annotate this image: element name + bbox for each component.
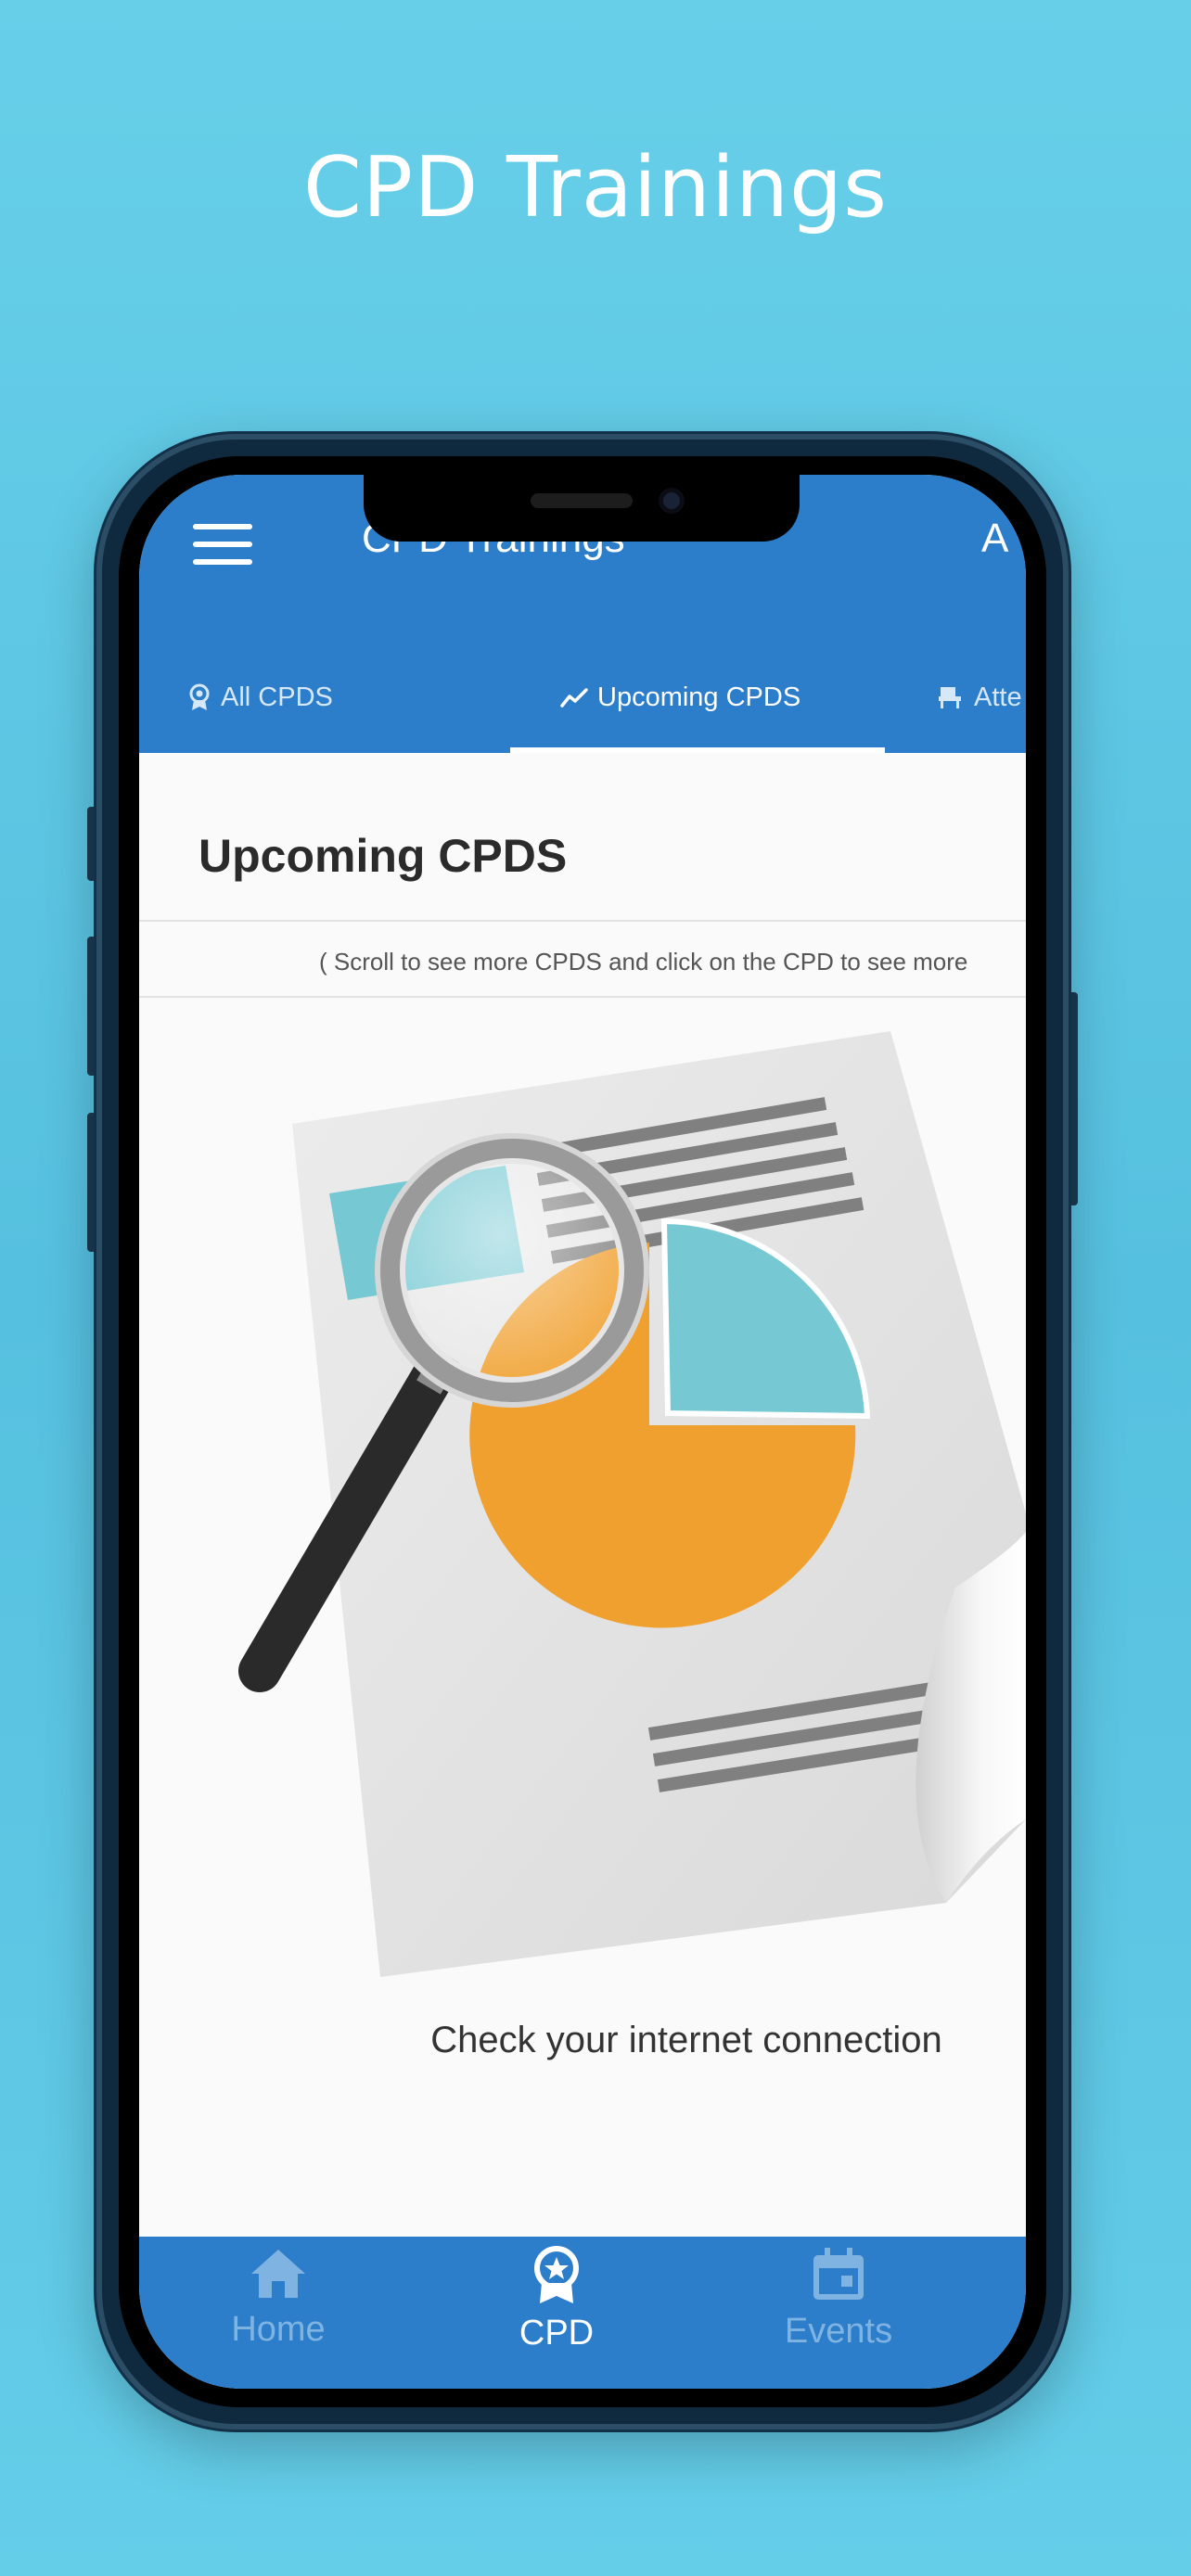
notch-speaker	[531, 493, 633, 508]
phone-power-button	[1069, 992, 1078, 1205]
badge-icon	[187, 683, 211, 711]
tab-all-cpds[interactable]: All CPDS	[187, 642, 333, 753]
calendar-icon	[810, 2246, 867, 2308]
front-camera-icon	[659, 488, 685, 514]
phone-volume-down	[87, 1113, 96, 1252]
award-icon	[529, 2246, 584, 2310]
chair-icon	[937, 685, 965, 709]
document-search-illustration	[238, 1031, 1026, 1977]
magnifier-lens	[378, 1136, 647, 1405]
tab-upcoming-cpds[interactable]: Upcoming CPDS	[560, 642, 800, 753]
active-tab-indicator	[510, 747, 885, 753]
phone-volume-up	[87, 937, 96, 1076]
phone-screen: CPD Trainings A All CPDS Upcoming CPDS A…	[139, 475, 1026, 2389]
section-heading: Upcoming CPDS	[198, 830, 568, 882]
tab-bar: All CPDS Upcoming CPDS Atte	[139, 642, 1026, 753]
tab-attended[interactable]: Atte	[937, 642, 1022, 753]
hamburger-menu-icon[interactable]	[193, 524, 252, 565]
tab-label: Atte	[974, 682, 1022, 712]
tab-label: All CPDS	[221, 682, 333, 712]
nav-item-cpd[interactable]: CPD	[464, 2246, 649, 2376]
divider	[139, 920, 1026, 922]
nav-label: Home	[231, 2310, 326, 2349]
home-icon	[248, 2246, 309, 2306]
nav-label: CPD	[519, 2314, 595, 2353]
trend-icon	[560, 687, 588, 708]
bottom-navigation: Home CPD Events	[139, 2237, 1026, 2389]
scroll-hint: ( Scroll to see more CPDS and click on t…	[319, 948, 968, 976]
connection-error-message: Check your internet connection	[430, 2020, 942, 2060]
phone-mute-switch	[87, 807, 96, 881]
promo-title: CPD Trainings	[302, 139, 889, 236]
nav-item-home[interactable]: Home	[186, 2246, 371, 2376]
phone-notch	[364, 475, 800, 542]
nav-label: Events	[784, 2312, 893, 2351]
divider	[139, 996, 1026, 998]
nav-item-events[interactable]: Events	[746, 2246, 931, 2376]
tab-label: Upcoming CPDS	[597, 682, 801, 712]
app-bar-action[interactable]: A	[981, 516, 1008, 562]
